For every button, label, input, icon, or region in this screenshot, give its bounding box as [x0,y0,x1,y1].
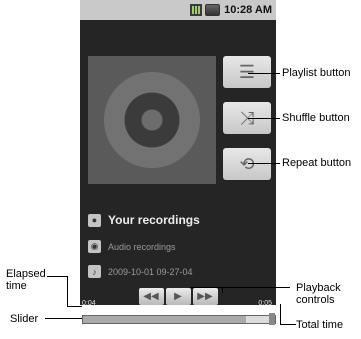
album-icon: ◉ [88,240,101,253]
album-name: Audio recordings [108,241,176,252]
album-row: ◉ Audio recordings [88,240,176,253]
artist-icon: ♪ [88,265,101,278]
callout-slider: Slider [10,313,39,325]
fast-forward-icon: ▶▶ [197,291,213,302]
playlist-icon: ☰ [238,61,256,82]
callout-shuffle: Shuffle button [282,112,350,124]
recording-timestamp: 2009-10-01 09-27-04 [108,266,193,277]
slider-thumb[interactable] [269,313,275,325]
album-art [88,56,216,184]
total-time: 0:05 [258,300,272,307]
fast-forward-button[interactable]: ▶▶ [192,288,218,305]
playlist-button[interactable]: ☰ [223,56,271,88]
repeat-icon: ⟲ [239,153,255,174]
callout-repeat: Repeat button [282,157,352,169]
date-row: ♪ 2009-10-01 09-27-04 [88,265,193,278]
phone-screen: 10:28 AM ☰ ⤨ ⟲ ● Your recordings ◉ Audio… [80,0,276,325]
signal-icon [190,4,203,16]
disc-icon [104,72,200,168]
rewind-icon: ◀◀ [143,291,159,302]
elapsed-time: 0:04 [82,300,96,307]
callout-playlist: Playlist button [282,67,351,79]
callout-elapsed-time: Elapsed time [6,268,46,292]
playback-controls: ◀◀ ▶ ▶▶ [80,288,276,305]
progress-slider[interactable] [82,313,276,325]
track-title: Your recordings [108,213,200,227]
battery-icon [205,4,221,16]
status-bar: 10:28 AM [80,0,276,20]
mic-icon: ● [88,213,101,227]
repeat-button[interactable]: ⟲ [223,148,271,180]
rewind-button[interactable]: ◀◀ [138,288,164,305]
slider-fill [83,316,247,323]
track-title-row: ● Your recordings [88,213,200,227]
play-icon: ▶ [174,291,182,302]
play-button[interactable]: ▶ [165,288,191,305]
callout-playback-controls: Playback controls [296,282,341,306]
callout-total-time: Total time [296,319,344,331]
status-time: 10:28 AM [224,4,272,16]
